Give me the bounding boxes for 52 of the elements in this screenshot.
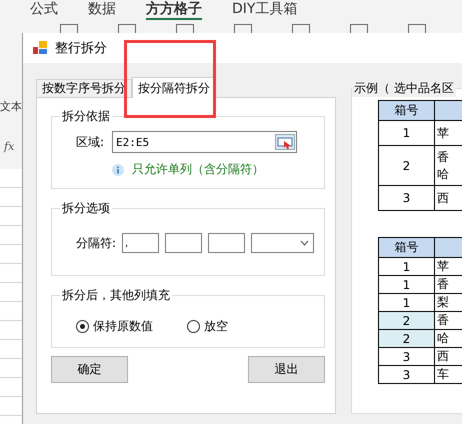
ok-button[interactable]: 确定 xyxy=(51,356,128,383)
group-title: 拆分选项 xyxy=(61,200,111,217)
separator-input[interactable] xyxy=(165,233,202,253)
table-cell: 香 xyxy=(434,276,462,294)
hint-text: 只允许单列（含分隔符） xyxy=(132,161,264,178)
table-cell: 3 xyxy=(378,186,434,210)
table-header: 箱号 xyxy=(378,100,434,120)
radio-icon[interactable] xyxy=(187,320,200,333)
ribbon-tab[interactable]: DIY工具箱 xyxy=(232,0,298,21)
tab[interactable]: 按数字序号拆分 xyxy=(36,79,132,97)
separator-input[interactable]: , xyxy=(122,233,160,253)
ribbon-tab[interactable]: 数据 xyxy=(88,0,116,21)
range-field[interactable]: E2:E5 xyxy=(112,131,298,153)
table-cell: 哈 xyxy=(434,330,462,348)
table-header: 箱号 xyxy=(378,238,434,258)
table-cell: 1 xyxy=(378,276,434,294)
exit-button[interactable]: 退出 xyxy=(248,356,325,383)
group-title: 示例（ 选中品名区 xyxy=(352,80,456,97)
table-cell: 香 哈 xyxy=(434,146,462,186)
radio-option[interactable]: 保持原数值 xyxy=(76,318,153,335)
table-cell: 2 xyxy=(378,330,434,348)
table-cell: 1 xyxy=(378,120,434,146)
radio-option[interactable]: 放空 xyxy=(187,318,228,335)
table-cell: 西 xyxy=(434,186,462,210)
separator-input[interactable] xyxy=(208,233,246,253)
table-cell: 车 xyxy=(434,366,462,384)
table-cell: 西 xyxy=(434,348,462,366)
table-cell: 2 xyxy=(378,146,434,186)
ribbon-tab[interactable]: 公式 xyxy=(30,0,58,21)
table-cell: 3 xyxy=(378,366,434,384)
group-title: 拆分依据 xyxy=(61,108,111,125)
table-cell: 3 xyxy=(378,348,434,366)
radio-icon[interactable] xyxy=(76,320,89,333)
group-label: 文本 xyxy=(0,99,22,114)
field-label: 分隔符: xyxy=(76,234,116,252)
group-title: 拆分后，其他列填充 xyxy=(61,287,171,304)
table-cell: 苹 xyxy=(434,258,462,276)
window-icon xyxy=(33,41,47,55)
table-cell: 2 xyxy=(378,312,434,330)
window-title: 整行拆分 xyxy=(55,40,107,57)
table-cell: 1 xyxy=(378,294,434,312)
table-cell: 苹 xyxy=(434,120,462,146)
table-cell: 1 xyxy=(378,258,434,276)
field-label: 区域: xyxy=(76,134,104,150)
info-icon xyxy=(112,164,124,176)
table-cell: 香 xyxy=(434,312,462,330)
table-cell: 梨 xyxy=(434,294,462,312)
range-picker-icon[interactable] xyxy=(275,134,296,150)
caret-icon xyxy=(300,240,309,246)
separator-dropdown[interactable] xyxy=(251,233,314,253)
tab[interactable]: 按分隔符拆分 xyxy=(132,77,216,98)
function-icon[interactable]: fx xyxy=(4,140,22,153)
